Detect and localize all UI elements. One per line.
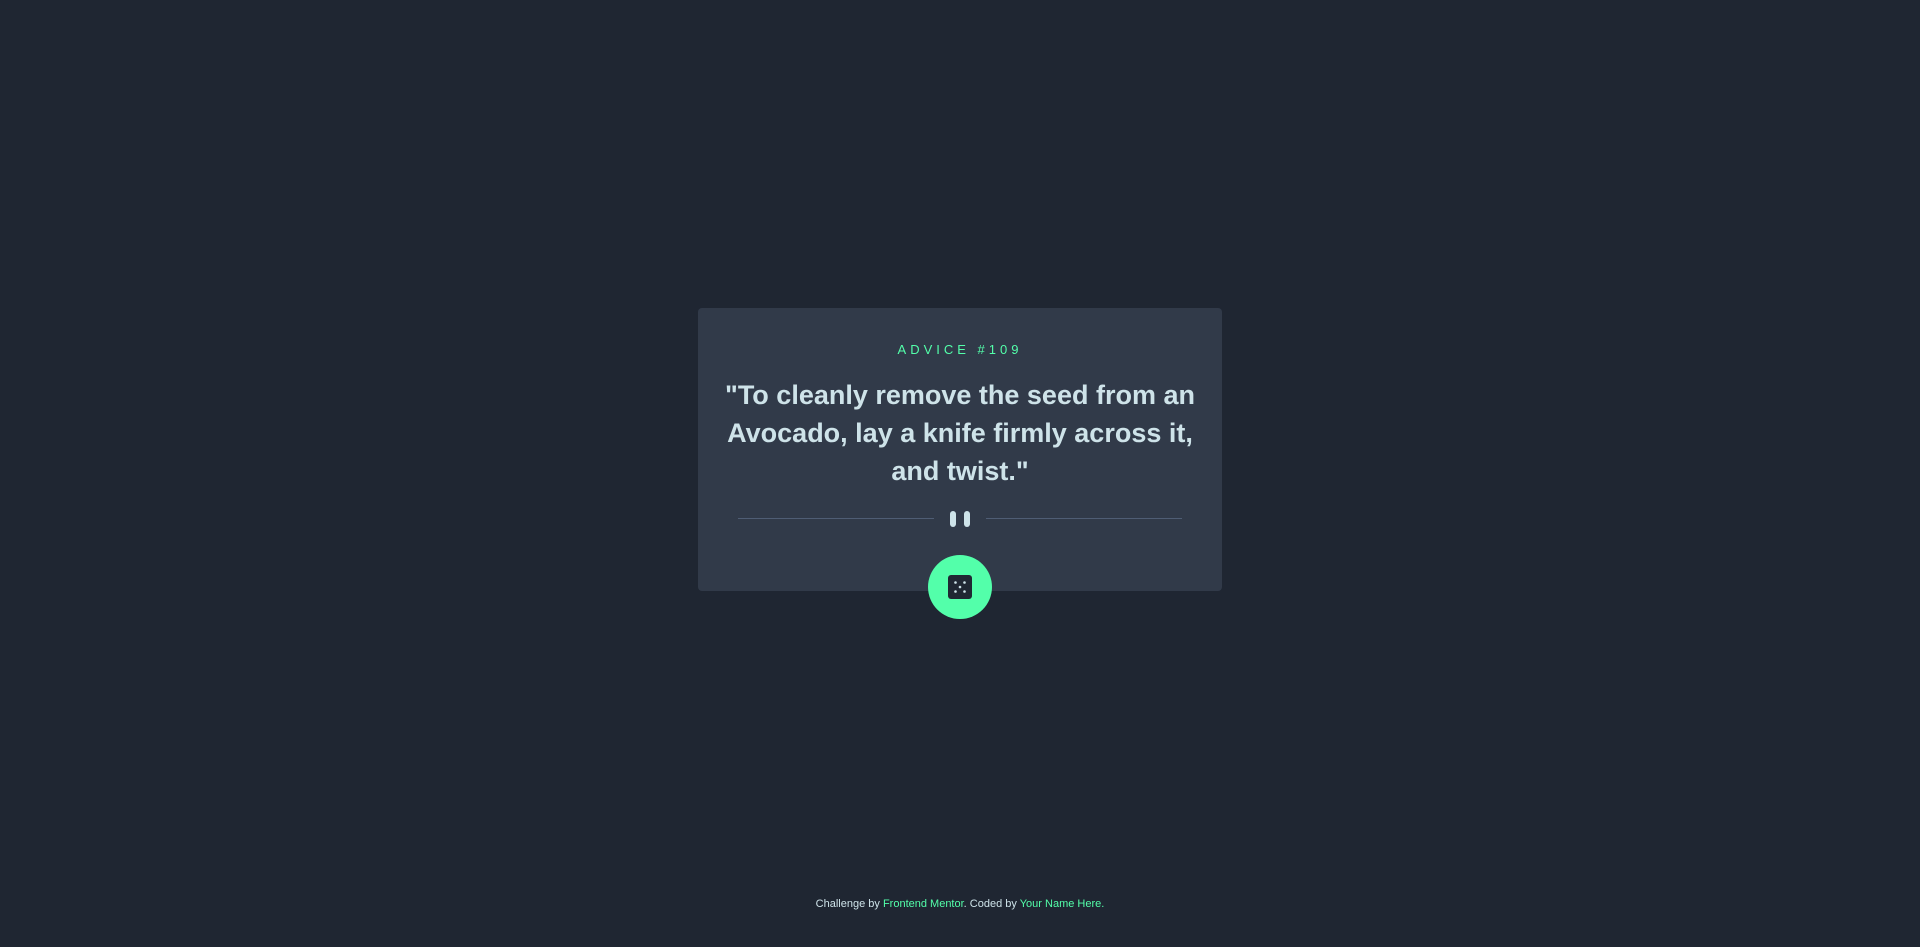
attribution-middle: . Coded by <box>963 898 1020 910</box>
generate-advice-button[interactable] <box>928 555 992 619</box>
pattern-divider <box>738 509 1182 527</box>
frontend-mentor-link[interactable]: Frontend Mentor <box>883 898 964 910</box>
author-link[interactable]: Your Name Here <box>1020 898 1102 910</box>
attribution: Challenge by Frontend Mentor. Coded by Y… <box>0 898 1920 910</box>
dice-icon <box>948 575 972 599</box>
divider-line-right <box>986 518 1182 519</box>
pause-icon <box>950 511 970 527</box>
advice-id-label: ADVICE #109 <box>897 342 1023 357</box>
divider-line-left <box>738 518 934 519</box>
page: ADVICE #109 "To cleanly remove the seed … <box>0 0 1920 947</box>
attribution-prefix: Challenge by <box>815 898 883 910</box>
advice-card: ADVICE #109 "To cleanly remove the seed … <box>698 308 1222 591</box>
attribution-suffix: . <box>1101 898 1105 910</box>
advice-quote: "To cleanly remove the seed from an Avoc… <box>725 380 1195 486</box>
